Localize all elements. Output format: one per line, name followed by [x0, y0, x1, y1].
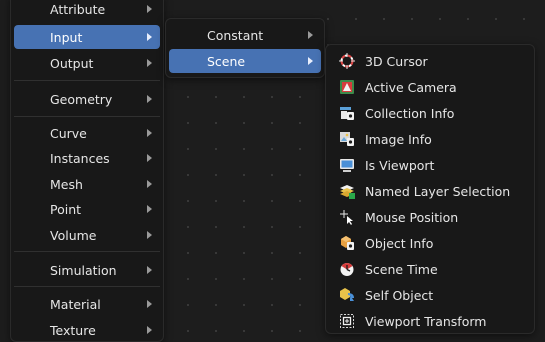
menu-separator [14, 251, 160, 252]
menu-item-is-viewport[interactable]: Is Viewport [329, 153, 531, 177]
menu-item-instances[interactable]: Instances [14, 146, 160, 170]
submenu-arrow-icon [147, 95, 152, 103]
scene-time-icon [339, 261, 355, 277]
menu-item-mesh[interactable]: Mesh [14, 172, 160, 196]
viewport-transform-icon [339, 313, 355, 329]
menu-item-label: Mouse Position [365, 209, 459, 225]
menu-separator [14, 116, 160, 117]
camera-icon [339, 79, 355, 95]
scene-submenu: 3D Cursor Active Camera Collection Info [325, 44, 535, 334]
menu-item-label: Curve [50, 125, 87, 141]
submenu-arrow-icon [308, 57, 313, 65]
menu-item-label: Active Camera [365, 79, 457, 95]
menu-item-label: Constant [207, 27, 264, 43]
menu-item-curve[interactable]: Curve [14, 121, 160, 145]
menu-item-label: Named Layer Selection [365, 183, 511, 199]
menu-item-mouse-position[interactable]: Mouse Position [329, 205, 531, 229]
submenu-arrow-icon [147, 180, 152, 188]
menu-item-label: Material [50, 296, 101, 312]
menu-item-active-camera[interactable]: Active Camera [329, 75, 531, 99]
menu-item-label: Scene Time [365, 261, 438, 277]
menu-item-simulation[interactable]: Simulation [14, 258, 160, 282]
submenu-arrow-icon [147, 5, 152, 13]
menu-item-label: Object Info [365, 235, 434, 251]
input-submenu: Constant Scene [165, 18, 325, 78]
menu-item-label: Viewport Transform [365, 313, 487, 329]
submenu-arrow-icon [147, 326, 152, 334]
image-info-icon [339, 131, 355, 147]
menu-item-input[interactable]: Input [14, 25, 160, 49]
menu-item-label: 3D Cursor [365, 53, 428, 69]
menu-item-object-info[interactable]: Object Info [329, 231, 531, 255]
menu-item-label: Input [50, 29, 83, 45]
viewport-icon [339, 157, 355, 173]
self-object-icon [339, 287, 355, 303]
menu-item-label: Geometry [50, 91, 113, 107]
submenu-arrow-icon [147, 205, 152, 213]
menu-item-texture[interactable]: Texture [14, 318, 160, 342]
menu-item-3d-cursor[interactable]: 3D Cursor [329, 49, 531, 73]
menu-item-label: Texture [50, 322, 96, 338]
menu-item-named-layer-selection[interactable]: Named Layer Selection [329, 179, 531, 203]
menu-item-label: Image Info [365, 131, 432, 147]
menu-item-constant[interactable]: Constant [169, 23, 321, 47]
cursor-3d-icon [339, 53, 355, 69]
submenu-arrow-icon [147, 33, 152, 41]
menu-item-label: Volume [50, 227, 97, 243]
add-menu: Attribute Input Output Geometry Curve In… [10, 0, 164, 342]
menu-item-volume[interactable]: Volume [14, 223, 160, 247]
mouse-position-icon [339, 209, 355, 225]
submenu-arrow-icon [147, 231, 152, 239]
layer-selection-icon [339, 183, 355, 199]
menu-item-label: Self Object [365, 287, 434, 303]
menu-item-image-info[interactable]: Image Info [329, 127, 531, 151]
menu-item-label: Attribute [50, 1, 106, 17]
menu-item-label: Mesh [50, 176, 83, 192]
menu-item-label: Scene [207, 53, 246, 69]
menu-item-collection-info[interactable]: Collection Info [329, 101, 531, 125]
menu-item-output[interactable]: Output [14, 51, 160, 75]
submenu-arrow-icon [147, 59, 152, 67]
menu-item-self-object[interactable]: Self Object [329, 283, 531, 307]
menu-item-geometry[interactable]: Geometry [14, 87, 160, 111]
menu-item-label: Is Viewport [365, 157, 435, 173]
menu-item-material[interactable]: Material [14, 292, 160, 316]
menu-item-scene[interactable]: Scene [169, 49, 321, 73]
collection-info-icon [339, 105, 355, 121]
menu-item-point[interactable]: Point [14, 197, 160, 221]
menu-item-attribute[interactable]: Attribute [14, 0, 160, 21]
menu-item-label: Collection Info [365, 105, 455, 121]
menu-item-label: Point [50, 201, 82, 217]
menu-item-label: Simulation [50, 262, 117, 278]
menu-item-label: Instances [50, 150, 110, 166]
submenu-arrow-icon [147, 154, 152, 162]
menu-item-viewport-transform[interactable]: Viewport Transform [329, 309, 531, 333]
submenu-arrow-icon [147, 266, 152, 274]
menu-item-scene-time[interactable]: Scene Time [329, 257, 531, 281]
submenu-arrow-icon [147, 300, 152, 308]
menu-separator [14, 286, 160, 287]
menu-item-label: Output [50, 55, 94, 71]
menu-separator [14, 80, 160, 81]
submenu-arrow-icon [308, 31, 313, 39]
submenu-arrow-icon [147, 129, 152, 137]
object-info-icon [339, 235, 355, 251]
